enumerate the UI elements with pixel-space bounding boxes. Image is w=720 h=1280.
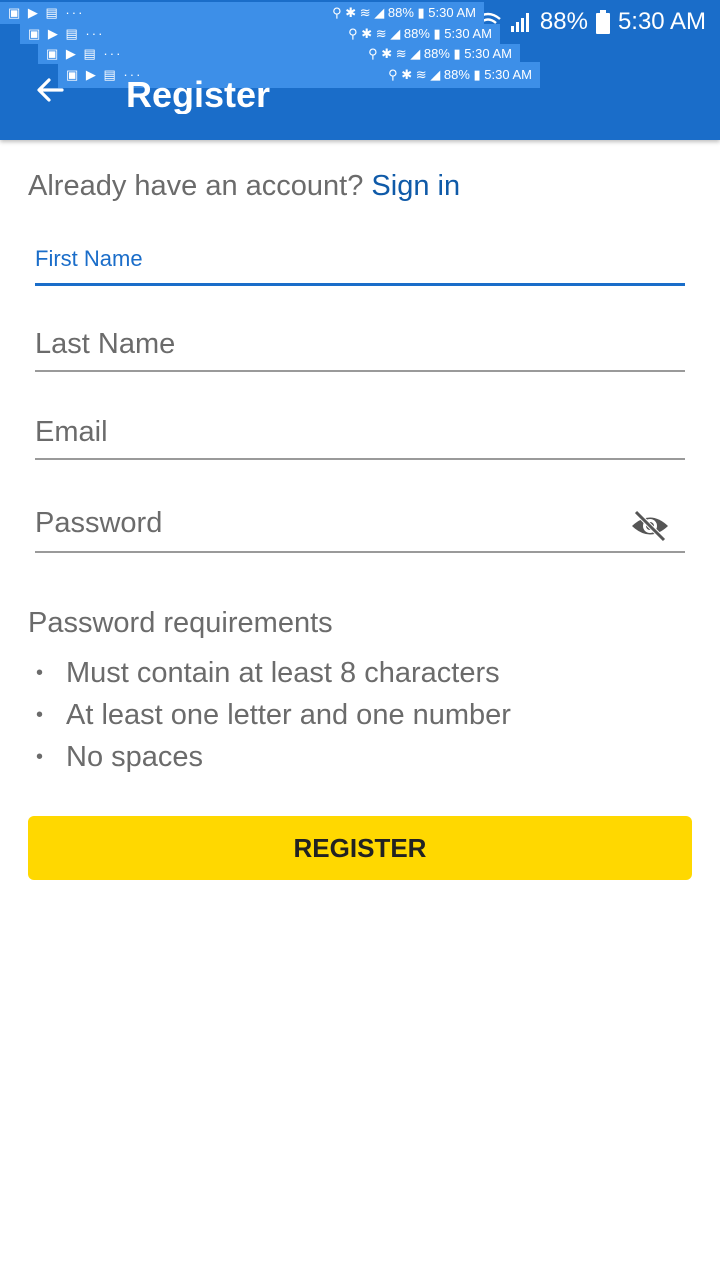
overlay-status: ⚲ ✱ ≋ ◢ 88% ▮ 5:30 AM [368,46,512,61]
signin-link[interactable]: Sign in [371,170,460,202]
back-button[interactable] [28,70,72,114]
password-visibility-toggle[interactable] [629,507,671,549]
signal-icon [510,11,532,33]
notification-icons: ▣ ▶ ▤ ··· [28,26,105,41]
last-name-field[interactable]: Last Name [35,328,685,374]
last-name-placeholder: Last Name [35,328,176,360]
battery-percent: 88% [539,8,588,35]
email-underline [35,458,685,460]
signin-prompt-row: Already have an account? Sign in [28,170,460,203]
overlay-status: ⚲ ✱ ≋ ◢ 88% ▮ 5:30 AM [348,26,492,41]
bullet-icon: • [36,703,44,726]
status-overlay-strip: ▣ ▶ ▤ ··· ⚲ ✱ ≋ ◢ 88% ▮ 5:30 AM [0,2,484,24]
overlay-status: ⚲ ✱ ≋ ◢ 88% ▮ 5:30 AM [388,67,532,82]
register-button[interactable]: REGISTER [28,816,692,880]
list-item: • No spaces [36,736,511,778]
requirement-text: Must contain at least 8 characters [66,656,500,689]
notification-icons: ▣ ▶ ▤ ··· [8,5,85,20]
arrow-back-icon [34,74,66,111]
bullet-icon: • [36,661,44,684]
requirement-text: At least one letter and one number [66,698,511,731]
battery-icon [595,10,610,34]
first-name-label: First Name [35,246,143,271]
email-placeholder: Email [35,416,108,448]
bullet-icon: • [36,745,44,768]
last-name-underline [35,370,685,372]
password-requirements-title: Password requirements [28,607,333,639]
eye-off-icon [630,509,670,548]
list-item: • Must contain at least 8 characters [36,652,511,694]
password-field[interactable]: Password [35,507,685,555]
password-underline [35,551,685,553]
first-name-underline [35,283,685,286]
page-title: Register [126,74,271,114]
password-placeholder: Password [35,507,163,539]
notification-icons: ▣ ▶ ▤ ··· [46,46,123,61]
first-name-field[interactable]: First Name [35,246,685,288]
email-field[interactable]: Email [35,416,685,462]
list-item: • At least one letter and one number [36,694,511,736]
status-right: 88% 5:30 AM [474,6,706,38]
app-bar: 88% 5:30 AM ▣ ▶ ▤ ··· ⚲ ✱ ≋ ◢ 88% ▮ 5:30… [0,0,720,140]
overlay-status: ⚲ ✱ ≋ ◢ 88% ▮ 5:30 AM [332,5,476,20]
password-requirements-list: • Must contain at least 8 characters • A… [36,652,511,778]
status-overlay-strip: ▣ ▶ ▤ ··· ⚲ ✱ ≋ ◢ 88% ▮ 5:30 AM [38,44,520,64]
status-overlay-strip: ▣ ▶ ▤ ··· ⚲ ✱ ≋ ◢ 88% ▮ 5:30 AM [20,24,500,44]
signin-prompt: Already have an account? [28,170,364,202]
status-time: 5:30 AM [617,8,706,35]
requirement-text: No spaces [66,740,204,773]
